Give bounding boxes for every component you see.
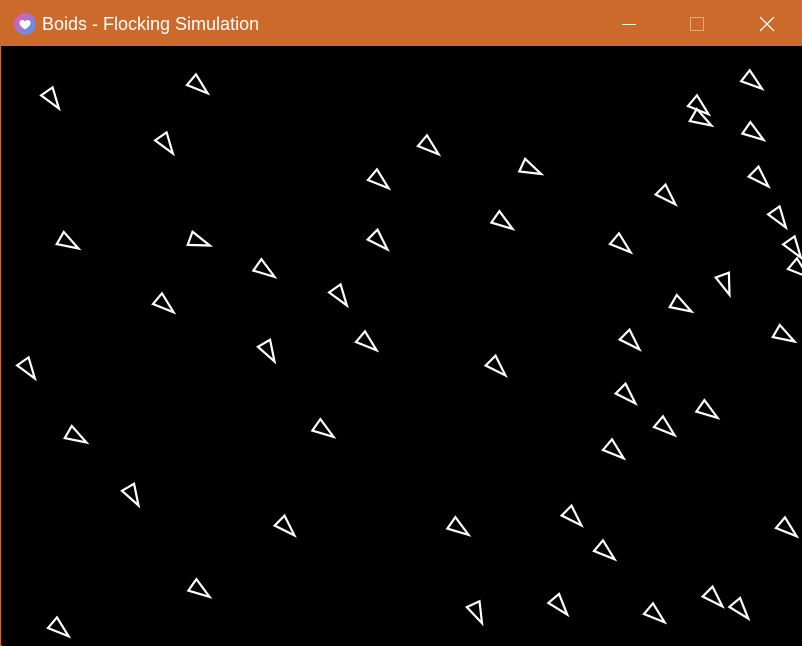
boid-triangle [354, 329, 380, 353]
boid-triangle [740, 120, 767, 142]
boid-triangle [713, 271, 731, 299]
boid-triangle [327, 282, 349, 309]
boid-triangle [251, 257, 278, 279]
boid-triangle [786, 256, 802, 280]
close-icon [759, 16, 775, 31]
simulation-canvas[interactable] [2, 46, 802, 646]
boid-triangle [483, 353, 508, 378]
boid-triangle [151, 291, 177, 315]
boid-triangle [445, 515, 472, 537]
boid-triangle [653, 182, 678, 207]
boid-triangle [63, 424, 90, 445]
boid-triangle [153, 130, 175, 157]
boid-triangle [781, 234, 802, 261]
boid-triangle [608, 231, 634, 255]
boid-triangle [774, 515, 800, 539]
boid-triangle [489, 209, 516, 231]
boid-triangle [366, 167, 392, 191]
boid-triangle [185, 72, 211, 96]
boid-triangle [739, 68, 765, 91]
boid-triangle [186, 577, 213, 599]
boid-triangle [120, 482, 141, 509]
boid-triangle [771, 323, 798, 344]
boid-triangle [700, 584, 725, 609]
boid-triangle [464, 599, 484, 627]
boid-triangle [546, 592, 570, 618]
app-window: Boids - Flocking Simulation [0, 0, 802, 646]
boid-triangle [310, 417, 337, 439]
minimize-button[interactable] [596, 1, 662, 46]
boid-triangle [55, 230, 82, 251]
boid-triangle [39, 85, 61, 112]
boid-triangle [272, 513, 297, 538]
boid-triangle [617, 327, 642, 352]
boid-triangle [46, 615, 72, 639]
boid-triangle [766, 204, 788, 231]
boid-triangle [256, 338, 277, 365]
heart-app-icon [14, 13, 36, 35]
boid-triangle [416, 133, 442, 157]
window-title: Boids - Flocking Simulation [42, 14, 260, 34]
boid-triangle [727, 596, 751, 622]
boid-triangle [668, 293, 695, 314]
title-bar[interactable]: Boids - Flocking Simulation [1, 1, 802, 46]
maximize-button[interactable] [664, 1, 730, 46]
boid-triangle [15, 355, 37, 382]
boid-triangle [559, 503, 584, 528]
boid-triangle [186, 229, 214, 247]
boid-triangle [694, 398, 721, 420]
boid-triangle [613, 381, 638, 406]
boid-triangle [642, 601, 668, 625]
boid-triangle [365, 227, 390, 252]
boid-triangle [746, 164, 771, 189]
close-button[interactable] [734, 1, 800, 46]
boid-triangle [517, 156, 545, 176]
maximize-icon [690, 16, 704, 31]
boid-triangle [652, 414, 678, 438]
boid-triangle [592, 538, 618, 562]
minimize-icon [622, 23, 636, 25]
boids-layer [15, 68, 802, 639]
boid-triangle [601, 437, 627, 461]
